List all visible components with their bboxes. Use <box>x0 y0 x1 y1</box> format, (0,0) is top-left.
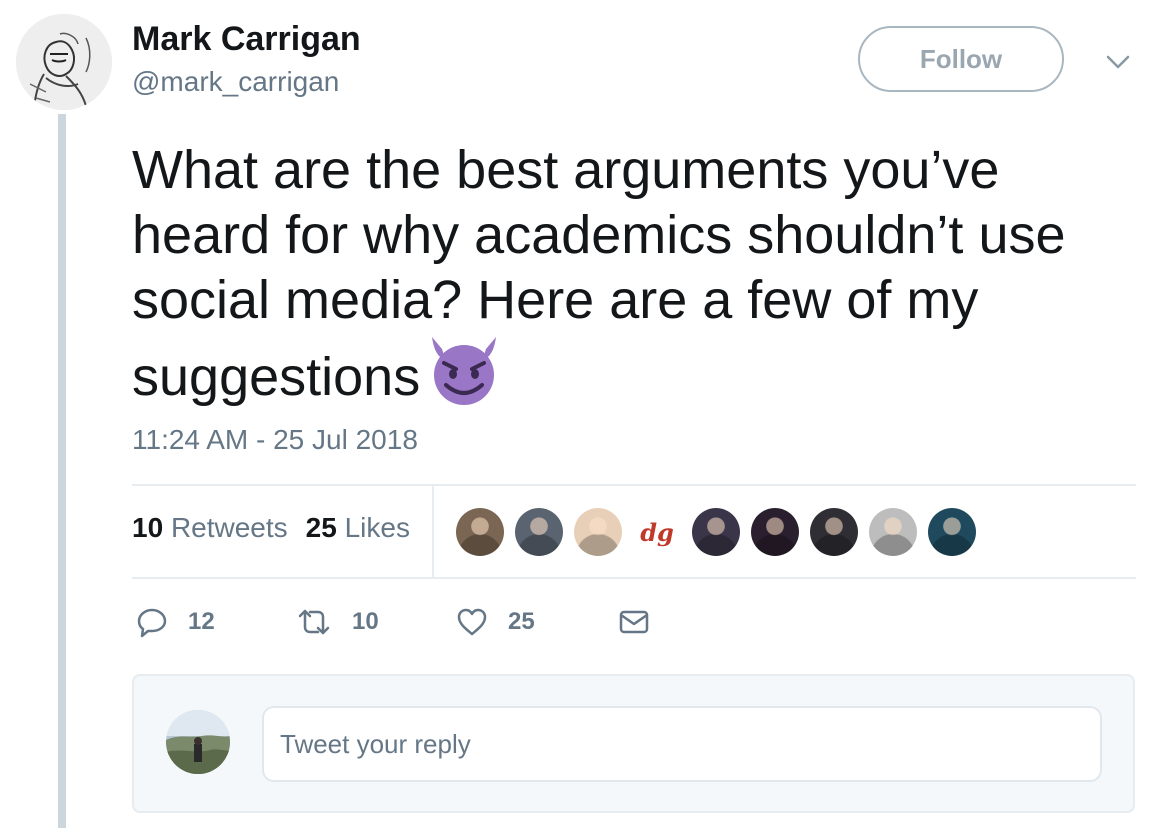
tweet-body: What are the best arguments you’ve heard… <box>132 140 1066 407</box>
retweets-stat[interactable]: 10 Retweets <box>132 512 288 543</box>
stats-divider <box>432 486 434 578</box>
reply-action[interactable]: 12 <box>136 606 215 638</box>
thread-line <box>58 114 66 828</box>
like-action[interactable]: 25 <box>456 606 535 638</box>
reply-count: 12 <box>188 608 215 635</box>
liker-avatar[interactable] <box>810 508 858 556</box>
divider <box>132 577 1136 579</box>
smiling-face-with-horns-icon <box>432 337 497 405</box>
like-count: 25 <box>508 608 535 635</box>
liker-avatars: dg <box>456 508 987 558</box>
retweet-count: 10 <box>352 608 379 635</box>
liker-avatar[interactable] <box>692 508 740 556</box>
likes-stat[interactable]: 25 Likes <box>306 512 410 543</box>
chevron-down-icon[interactable] <box>1104 52 1132 72</box>
retweet-action[interactable]: 10 <box>296 606 379 638</box>
author-avatar[interactable] <box>16 14 112 110</box>
reply-input[interactable] <box>262 706 1102 782</box>
liker-avatar[interactable] <box>456 508 504 556</box>
user-avatar <box>166 710 230 774</box>
author-name[interactable]: Mark Carrigan <box>132 20 361 59</box>
heart-icon <box>457 608 487 636</box>
retweet-icon <box>298 609 330 635</box>
liker-avatar[interactable] <box>928 508 976 556</box>
tweet-text: What are the best arguments you’ve heard… <box>132 138 1142 410</box>
tweet-timestamp[interactable]: 11:24 AM - 25 Jul 2018 <box>132 424 418 456</box>
liker-avatar[interactable] <box>869 508 917 556</box>
divider <box>132 484 1136 486</box>
liker-avatar[interactable]: dg <box>633 508 681 556</box>
envelope-icon <box>619 610 649 634</box>
tweet-stats: 10 Retweets 25 Likes <box>132 512 410 544</box>
follow-button[interactable]: Follow <box>858 26 1064 92</box>
reply-icon <box>137 608 167 638</box>
author-handle[interactable]: @mark_carrigan <box>132 66 339 98</box>
direct-message-action[interactable] <box>618 606 670 638</box>
liker-avatar[interactable] <box>751 508 799 556</box>
liker-avatar[interactable] <box>515 508 563 556</box>
liker-avatar[interactable] <box>574 508 622 556</box>
